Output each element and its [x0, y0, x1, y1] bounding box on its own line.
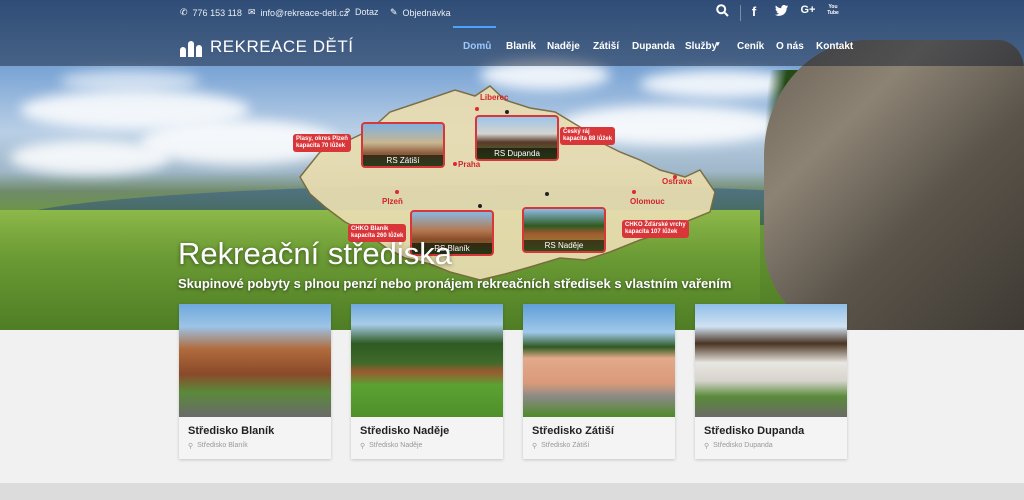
pencil-icon: ✎ — [390, 7, 398, 17]
city-liberec: Liberec — [480, 93, 509, 102]
email-contact[interactable]: ✉ info@rekreace-deti.cz — [248, 7, 348, 18]
nav-zatisi[interactable]: Zátiší — [593, 41, 619, 52]
search-icon[interactable] — [711, 4, 733, 20]
youtube-icon[interactable]: You Tube — [826, 4, 848, 18]
callout-zatisi: Plasy, okres Plzeň kapacita 70 lůžek — [293, 134, 351, 152]
hero-subtitle: Skupinové pobyty s plnou penzí nebo pron… — [178, 276, 732, 291]
callout-nadeje: CHKO Žďárské vrchy kapacita 107 lůžek — [622, 220, 689, 238]
googleplus-icon[interactable]: G+ — [797, 4, 819, 16]
nav-nadeje[interactable]: Naděje — [547, 41, 580, 52]
card-location-text: Středisko Dupanda — [713, 442, 773, 449]
map-marker-icon: ⚲ — [188, 443, 194, 450]
photo-nadeje[interactable]: RS Naděje — [522, 207, 606, 253]
card-title[interactable]: Středisko Dupanda — [704, 425, 804, 437]
map-marker-icon: ⚲ — [704, 443, 710, 450]
phone-contact[interactable]: ✆ 776 153 118 — [180, 7, 242, 18]
marker-blanik — [478, 204, 482, 208]
card-location: ⚲ Středisko Blaník — [188, 442, 248, 450]
phone-number: 776 153 118 — [192, 7, 242, 18]
cloud — [60, 70, 200, 92]
order-link[interactable]: ✎ Objednávka — [390, 7, 451, 18]
city-praha: Praha — [458, 160, 481, 169]
card-title[interactable]: Středisko Blaník — [188, 425, 274, 437]
card-image-zatisi[interactable] — [523, 304, 675, 417]
youtube-wordmark: You Tube — [827, 4, 839, 16]
nav-dupanda[interactable]: Dupanda — [632, 41, 675, 52]
logo-text: REKREACE DĚTÍ — [210, 37, 354, 56]
pin-olomouc — [632, 190, 636, 194]
divider — [740, 5, 741, 21]
map-marker-icon: ⚲ — [532, 443, 538, 450]
card-zatisi[interactable]: Středisko Zátiší ⚲ Středisko Zátiší — [523, 304, 675, 459]
nav-services[interactable]: Služby — [685, 41, 717, 52]
callout-line: CHKO Žďárské vrchy — [625, 222, 686, 228]
card-title[interactable]: Středisko Naděje — [360, 425, 449, 437]
photo-zatisi[interactable]: RS Zátiší — [361, 122, 445, 168]
callout-line: kapacita 107 lůžek — [625, 229, 678, 235]
nav-blanik[interactable]: Blaník — [506, 41, 536, 52]
pin-praha — [453, 162, 457, 166]
twitter-icon[interactable] — [770, 4, 792, 19]
card-nadeje[interactable]: Středisko Naděje ⚲ Středisko Naděje — [351, 304, 503, 459]
card-image-dupanda[interactable] — [695, 304, 847, 417]
top-bar: ✆ 776 153 118 ✉ info@rekreace-deti.cz ? … — [0, 0, 1024, 26]
site-logo[interactable]: REKREACE DĚTÍ — [180, 37, 353, 57]
photo-caption: RS Dupanda — [477, 148, 557, 159]
order-label: Objednávka — [402, 7, 451, 18]
map-marker-icon: ⚲ — [360, 443, 366, 450]
card-location-text: Středisko Zátiší — [541, 442, 590, 449]
callout-line: kapacita 88 lůžek — [563, 136, 613, 142]
callout-dupanda: Český ráj kapacita 88 lůžek — [560, 127, 616, 145]
sandstone-rocks — [764, 40, 1024, 330]
callout-line: kapacita 70 lůžek — [296, 143, 346, 149]
city-ostrava: Ostrava — [662, 177, 692, 186]
chevron-down-icon[interactable]: ▾ — [716, 40, 720, 48]
callout-line: Plasy, okres Plzeň — [296, 136, 348, 142]
cloud — [10, 140, 170, 175]
card-location: ⚲ Středisko Zátiší — [532, 442, 589, 450]
marker-nadeje — [545, 192, 549, 196]
email-address: info@rekreace-deti.cz — [260, 7, 349, 18]
marker-dupanda — [505, 110, 509, 114]
active-nav-indicator — [453, 26, 496, 28]
nav-home[interactable]: Domů — [463, 41, 491, 52]
photo-dupanda[interactable]: RS Dupanda — [475, 115, 559, 161]
city-olomouc: Olomouc — [630, 197, 665, 206]
nav-about[interactable]: O nás — [776, 41, 804, 52]
card-title[interactable]: Středisko Zátiší — [532, 425, 614, 437]
pin-liberec — [475, 107, 479, 111]
phone-icon: ✆ — [180, 7, 188, 17]
facebook-icon[interactable]: f — [743, 4, 765, 19]
card-blanik[interactable]: Středisko Blaník ⚲ Středisko Blaník — [179, 304, 331, 459]
card-image-blanik[interactable] — [179, 304, 331, 417]
callout-line: Český ráj — [563, 129, 590, 135]
card-location-text: Středisko Naděje — [369, 442, 423, 449]
photo-caption: RS Naděje — [524, 240, 604, 251]
question-link[interactable]: ? Dotaz — [345, 7, 379, 17]
city-plzen: Plzeň — [382, 197, 403, 206]
question-label: Dotaz — [355, 7, 379, 17]
envelope-icon: ✉ — [248, 7, 256, 17]
card-location: ⚲ Středisko Naděje — [360, 442, 422, 450]
nav-contact[interactable]: Kontakt — [816, 41, 853, 52]
question-icon: ? — [345, 7, 351, 17]
nav-pricelist[interactable]: Ceník — [737, 41, 764, 52]
card-location-text: Středisko Blaník — [197, 442, 248, 449]
hero-title: Rekreační střediska — [178, 236, 452, 271]
photo-caption: RS Zátiší — [363, 155, 443, 166]
card-dupanda[interactable]: Středisko Dupanda ⚲ Středisko Dupanda — [695, 304, 847, 459]
next-section — [0, 483, 1024, 500]
pin-plzen — [395, 190, 399, 194]
children-logo-icon — [180, 37, 204, 57]
card-location: ⚲ Středisko Dupanda — [704, 442, 773, 450]
callout-line: CHKO Blaník — [351, 226, 389, 232]
card-image-nadeje[interactable] — [351, 304, 503, 417]
